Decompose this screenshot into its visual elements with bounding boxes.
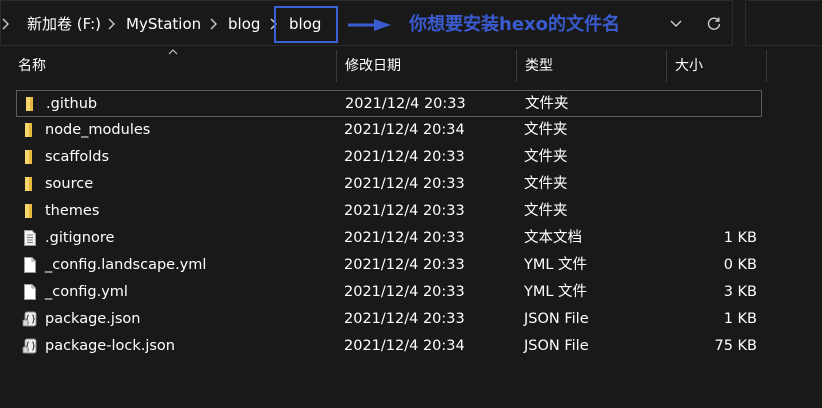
file-date-modified: 2021/12/4 20:33	[344, 257, 465, 273]
file-type: 文件夹	[525, 96, 569, 112]
column-header-date[interactable]: 修改日期	[345, 50, 401, 82]
file-row[interactable]: package-lock.json 2021/12/4 20:34 JSON Fil…	[16, 333, 762, 360]
file-date-modified: 2021/12/4 20:34	[344, 122, 465, 138]
file-name: node_modules	[45, 122, 151, 138]
file-name: themes	[45, 203, 100, 219]
column-divider[interactable]	[666, 50, 667, 82]
chevron-right-icon[interactable]	[208, 17, 220, 31]
file-name: _config.landscape.yml	[45, 257, 207, 273]
file-date-modified: 2021/12/4 20:33	[344, 284, 465, 300]
file-date-modified: 2021/12/4 20:34	[344, 338, 465, 354]
file-type: JSON File	[524, 338, 589, 354]
breadcrumb-mystation[interactable]: MyStation	[126, 14, 201, 34]
address-history-button[interactable]	[662, 13, 690, 35]
file-date-modified: 2021/12/4 20:33	[345, 96, 466, 112]
file-date-modified: 2021/12/4 20:33	[344, 230, 465, 246]
chevron-right-icon[interactable]	[0, 17, 12, 31]
file-size: 1 KB	[723, 230, 757, 246]
text-file-icon	[21, 229, 39, 247]
file-type: 文件夹	[524, 149, 568, 165]
file-type: 文本文档	[524, 230, 582, 246]
file-row[interactable]: source 2021/12/4 20:33 文件夹	[16, 171, 762, 198]
file-type: YML 文件	[524, 257, 588, 273]
column-divider[interactable]	[516, 50, 517, 82]
chevron-right-icon[interactable]	[106, 17, 118, 31]
file-date-modified: 2021/12/4 20:33	[344, 149, 465, 165]
file-size: 0 KB	[723, 257, 757, 273]
file-name: .github	[46, 96, 98, 112]
refresh-button[interactable]	[701, 12, 727, 36]
json-file-icon	[21, 310, 39, 328]
file-date-modified: 2021/12/4 20:33	[344, 176, 465, 192]
refresh-icon	[707, 17, 721, 30]
file-type: 文件夹	[524, 203, 568, 219]
file-row[interactable]: node_modules 2021/12/4 20:34 文件夹	[16, 117, 762, 144]
file-row[interactable]: scaffolds 2021/12/4 20:33 文件夹	[16, 144, 762, 171]
file-row[interactable]: package.json 2021/12/4 20:33 JSON File 1 KB	[16, 306, 762, 333]
file-row[interactable]: themes 2021/12/4 20:33 文件夹	[16, 198, 762, 225]
file-icon	[21, 256, 39, 274]
file-type: JSON File	[524, 311, 589, 327]
file-row[interactable]: .github 2021/12/4 20:33 文件夹	[16, 90, 762, 117]
search-input[interactable]	[745, 0, 822, 46]
chevron-down-icon	[670, 20, 682, 27]
file-name: package-lock.json	[45, 338, 175, 354]
file-name: source	[45, 176, 94, 192]
file-name: .gitignore	[45, 230, 115, 246]
annotation-highlight-box	[274, 6, 338, 43]
file-type: YML 文件	[524, 284, 588, 300]
file-icon	[21, 283, 39, 301]
column-divider[interactable]	[766, 50, 767, 82]
file-row[interactable]: .gitignore 2021/12/4 20:33 文本文档 1 KB	[16, 225, 762, 252]
column-divider[interactable]	[336, 50, 337, 82]
file-size: 75 KB	[714, 338, 757, 354]
file-date-modified: 2021/12/4 20:33	[344, 203, 465, 219]
folder-icon	[21, 175, 39, 193]
folder-icon	[21, 202, 39, 220]
file-date-modified: 2021/12/4 20:33	[344, 311, 465, 327]
file-type: 文件夹	[524, 122, 568, 138]
folder-icon	[21, 121, 39, 139]
breadcrumb-blog-parent[interactable]: blog	[228, 14, 260, 34]
file-name: package.json	[45, 311, 141, 327]
column-header: 名称 修改日期 类型 大小	[0, 50, 822, 82]
file-size: 3 KB	[723, 284, 757, 300]
file-size: 1 KB	[723, 311, 757, 327]
folder-icon	[21, 148, 39, 166]
breadcrumb-drive[interactable]: 新加卷 (F:)	[27, 14, 101, 34]
column-header-size[interactable]: 大小	[675, 50, 703, 82]
column-header-name[interactable]: 名称	[18, 50, 46, 82]
file-type: 文件夹	[524, 176, 568, 192]
file-name: scaffolds	[45, 149, 110, 165]
folder-icon	[22, 95, 40, 113]
file-name: _config.yml	[45, 284, 128, 300]
file-row[interactable]: _config.yml 2021/12/4 20:33 YML 文件 3 KB	[16, 279, 762, 306]
column-header-type[interactable]: 类型	[525, 50, 553, 82]
file-row[interactable]: _config.landscape.yml 2021/12/4 20:33 YML …	[16, 252, 762, 279]
annotation-text: 你想要安装hexo的文件名	[409, 14, 620, 35]
arrow-right-icon	[348, 19, 391, 31]
json-file-icon	[21, 337, 39, 355]
